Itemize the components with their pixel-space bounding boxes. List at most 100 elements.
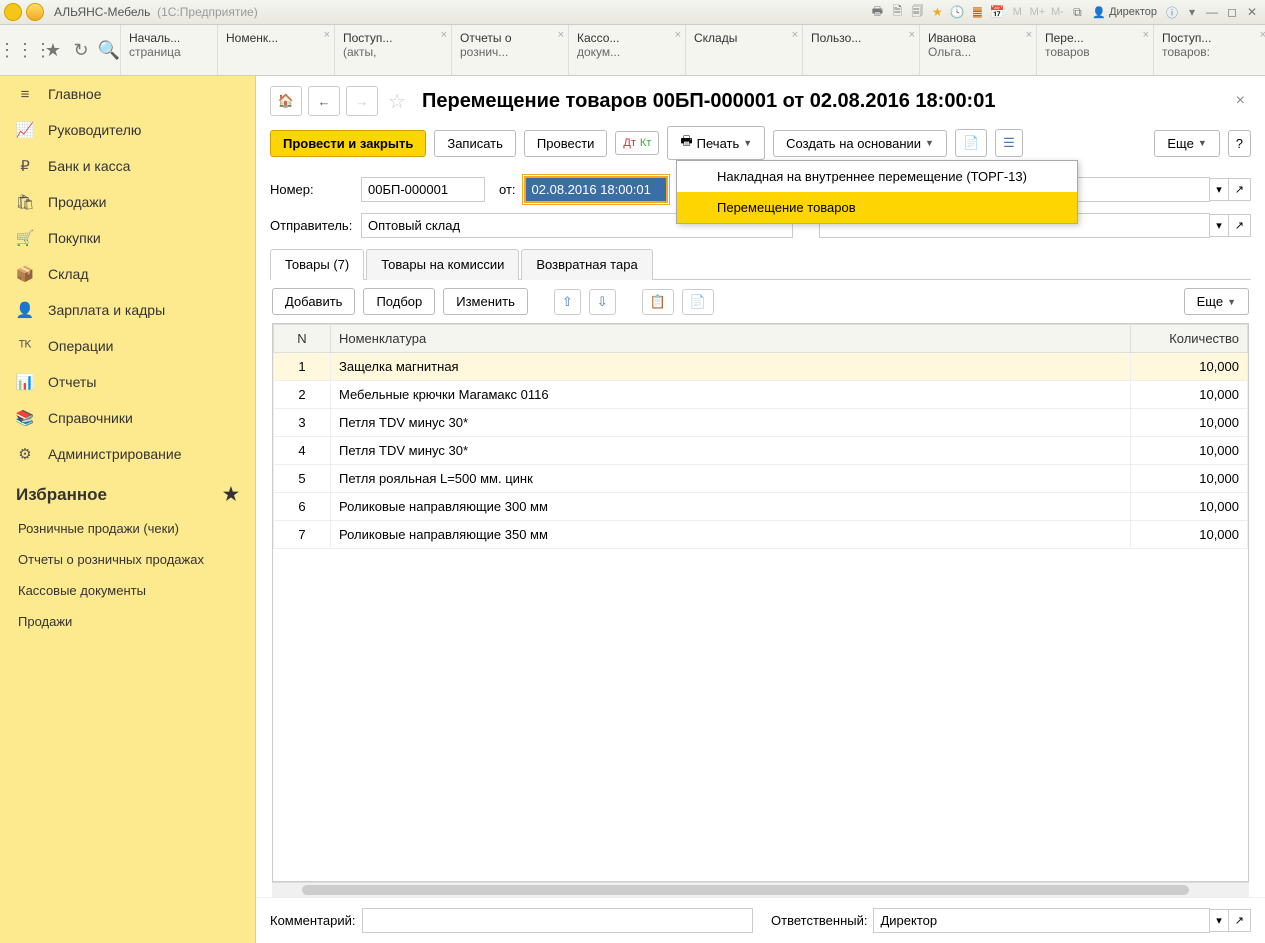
tab-close-icon[interactable]: ×	[441, 29, 447, 41]
inner-tab[interactable]: Товары на комиссии	[366, 249, 519, 280]
sidebar-item[interactable]: 🛒Покупки	[0, 220, 255, 256]
dropdown-icon[interactable]	[26, 3, 44, 21]
sidebar-item[interactable]: ᵀᴷОперации	[0, 328, 255, 364]
compare-icon[interactable]: 🗐	[908, 3, 926, 21]
panel-tab[interactable]: ИвановаОльга...×	[919, 25, 1036, 75]
sidebar-item[interactable]: ₽Банк и касса	[0, 148, 255, 184]
change-button[interactable]: Изменить	[443, 288, 528, 315]
tab-close-icon[interactable]: ×	[1260, 29, 1265, 41]
table-more-button[interactable]: Еще▼	[1184, 288, 1249, 315]
print-menu-item[interactable]: Накладная на внутреннее перемещение (ТОР…	[677, 161, 1077, 192]
clipboard-icon[interactable]: ↻	[70, 39, 92, 61]
history-icon[interactable]: 🕓	[948, 3, 966, 21]
number-input[interactable]	[361, 177, 485, 202]
maximize-icon[interactable]: ◻	[1223, 3, 1241, 21]
calc-icon[interactable]: ䷀	[968, 3, 986, 21]
info-icon[interactable]: ⓘ	[1163, 3, 1181, 21]
document-close-button[interactable]: ×	[1230, 92, 1251, 110]
commit-close-button[interactable]: Провести и закрыть	[270, 130, 426, 157]
minimize-icon[interactable]: —	[1203, 3, 1221, 21]
m-minus-button[interactable]: M-	[1048, 3, 1066, 21]
print-icon[interactable]: 🖶	[868, 3, 886, 21]
tab-close-icon[interactable]: ×	[909, 29, 915, 41]
m-plus-button[interactable]: M+	[1028, 3, 1046, 21]
attachment-button[interactable]: 📄	[955, 129, 987, 157]
inner-tab[interactable]: Товары (7)	[270, 249, 364, 280]
move-down-button[interactable]: ⇩	[589, 289, 616, 315]
create-based-button[interactable]: Создать на основании▼	[773, 130, 947, 157]
table-row[interactable]: 5Петля рояльная L=500 мм. цинк10,000	[274, 465, 1248, 493]
favorites-star-icon[interactable]: ★	[42, 39, 64, 61]
panel-tab[interactable]: Началь...страница	[120, 25, 217, 75]
apps-grid-icon[interactable]: ⋮⋮⋮	[14, 39, 36, 61]
org-dropdown[interactable]: ▾	[1210, 178, 1229, 201]
horizontal-scrollbar[interactable]	[272, 882, 1249, 897]
receiver-open[interactable]: ↗	[1229, 214, 1251, 237]
receiver-dropdown[interactable]: ▾	[1210, 214, 1229, 237]
tab-close-icon[interactable]: ×	[675, 29, 681, 41]
dtkt-button[interactable]: ДтКт	[615, 131, 659, 155]
panel-tab[interactable]: Поступ...(акты,×	[334, 25, 451, 75]
panel-tab[interactable]: Склады×	[685, 25, 802, 75]
sidebar-item[interactable]: 📊Отчеты	[0, 364, 255, 400]
comment-input[interactable]	[362, 908, 754, 933]
sidebar-item[interactable]: 👤Зарплата и кадры	[0, 292, 255, 328]
favorite-item[interactable]: Отчеты о розничных продажах	[0, 544, 255, 575]
panel-tab[interactable]: Поступ...товаров:×	[1153, 25, 1265, 75]
tab-close-icon[interactable]: ×	[792, 29, 798, 41]
copy-button[interactable]: 📋	[642, 289, 674, 315]
favorite-item[interactable]: Кассовые документы	[0, 575, 255, 606]
date-input[interactable]	[524, 176, 668, 203]
sidebar-item[interactable]: 🛍Продажи	[0, 184, 255, 220]
print-button[interactable]: 🖶Печать▼	[667, 126, 765, 160]
add-row-button[interactable]: Добавить	[272, 288, 355, 315]
back-button[interactable]: ←	[308, 86, 340, 116]
move-up-button[interactable]: ⇧	[554, 289, 581, 315]
panel-tab[interactable]: Пользо...×	[802, 25, 919, 75]
more-button[interactable]: Еще▼	[1154, 130, 1219, 157]
write-button[interactable]: Записать	[434, 130, 516, 157]
favorite-item[interactable]: Розничные продажи (чеки)	[0, 513, 255, 544]
table-row[interactable]: 4Петля TDV минус 30*10,000	[274, 437, 1248, 465]
forward-button[interactable]: →	[346, 86, 378, 116]
responsible-dropdown[interactable]: ▾	[1210, 909, 1229, 932]
panel-tab[interactable]: Отчеты орознич...×	[451, 25, 568, 75]
favorite-toggle[interactable]: ☆	[384, 88, 410, 114]
panel-tab[interactable]: Кассо...докум...×	[568, 25, 685, 75]
table-row[interactable]: 1Защелка магнитная10,000	[274, 353, 1248, 381]
tab-close-icon[interactable]: ×	[1026, 29, 1032, 41]
doc-icon[interactable]: 🗎	[888, 3, 906, 21]
tab-close-icon[interactable]: ×	[324, 29, 330, 41]
search-icon[interactable]: 🔍	[98, 39, 120, 61]
table-row[interactable]: 7Роликовые направляющие 350 мм10,000	[274, 521, 1248, 549]
col-n[interactable]: N	[274, 325, 331, 353]
print-menu-item[interactable]: Перемещение товаров	[677, 192, 1077, 223]
pick-button[interactable]: Подбор	[363, 288, 435, 315]
close-icon[interactable]: ✕	[1243, 3, 1261, 21]
responsible-input[interactable]	[873, 908, 1210, 933]
m-button[interactable]: M	[1008, 3, 1026, 21]
inner-tab[interactable]: Возвратная тара	[521, 249, 652, 280]
panel-tab[interactable]: Номенк...×	[217, 25, 334, 75]
col-qty[interactable]: Количество	[1131, 325, 1248, 353]
caret-icon[interactable]: ▾	[1183, 3, 1201, 21]
tab-close-icon[interactable]: ×	[558, 29, 564, 41]
favorite-item[interactable]: Продажи	[0, 606, 255, 637]
col-name[interactable]: Номенклатура	[331, 325, 1131, 353]
help-button[interactable]: ?	[1228, 130, 1251, 157]
commit-button[interactable]: Провести	[524, 130, 608, 157]
sidebar-item[interactable]: 📚Справочники	[0, 400, 255, 436]
responsible-open[interactable]: ↗	[1229, 909, 1251, 932]
table-row[interactable]: 2Мебельные крючки Магамакс 011610,000	[274, 381, 1248, 409]
table-row[interactable]: 3Петля TDV минус 30*10,000	[274, 409, 1248, 437]
table-row[interactable]: 6Роликовые направляющие 300 мм10,000	[274, 493, 1248, 521]
home-button[interactable]: 🏠	[270, 86, 302, 116]
sidebar-item[interactable]: ⚙Администрирование	[0, 436, 255, 472]
org-open[interactable]: ↗	[1229, 178, 1251, 201]
star-icon[interactable]: ★	[928, 3, 946, 21]
paste-button[interactable]: 📄	[682, 289, 714, 315]
windows-icon[interactable]: ⧉	[1068, 3, 1086, 21]
report-button[interactable]: ☰	[995, 129, 1023, 157]
panel-tab[interactable]: Пере...товаров×	[1036, 25, 1153, 75]
user-label[interactable]: 👤Директор	[1088, 6, 1161, 19]
